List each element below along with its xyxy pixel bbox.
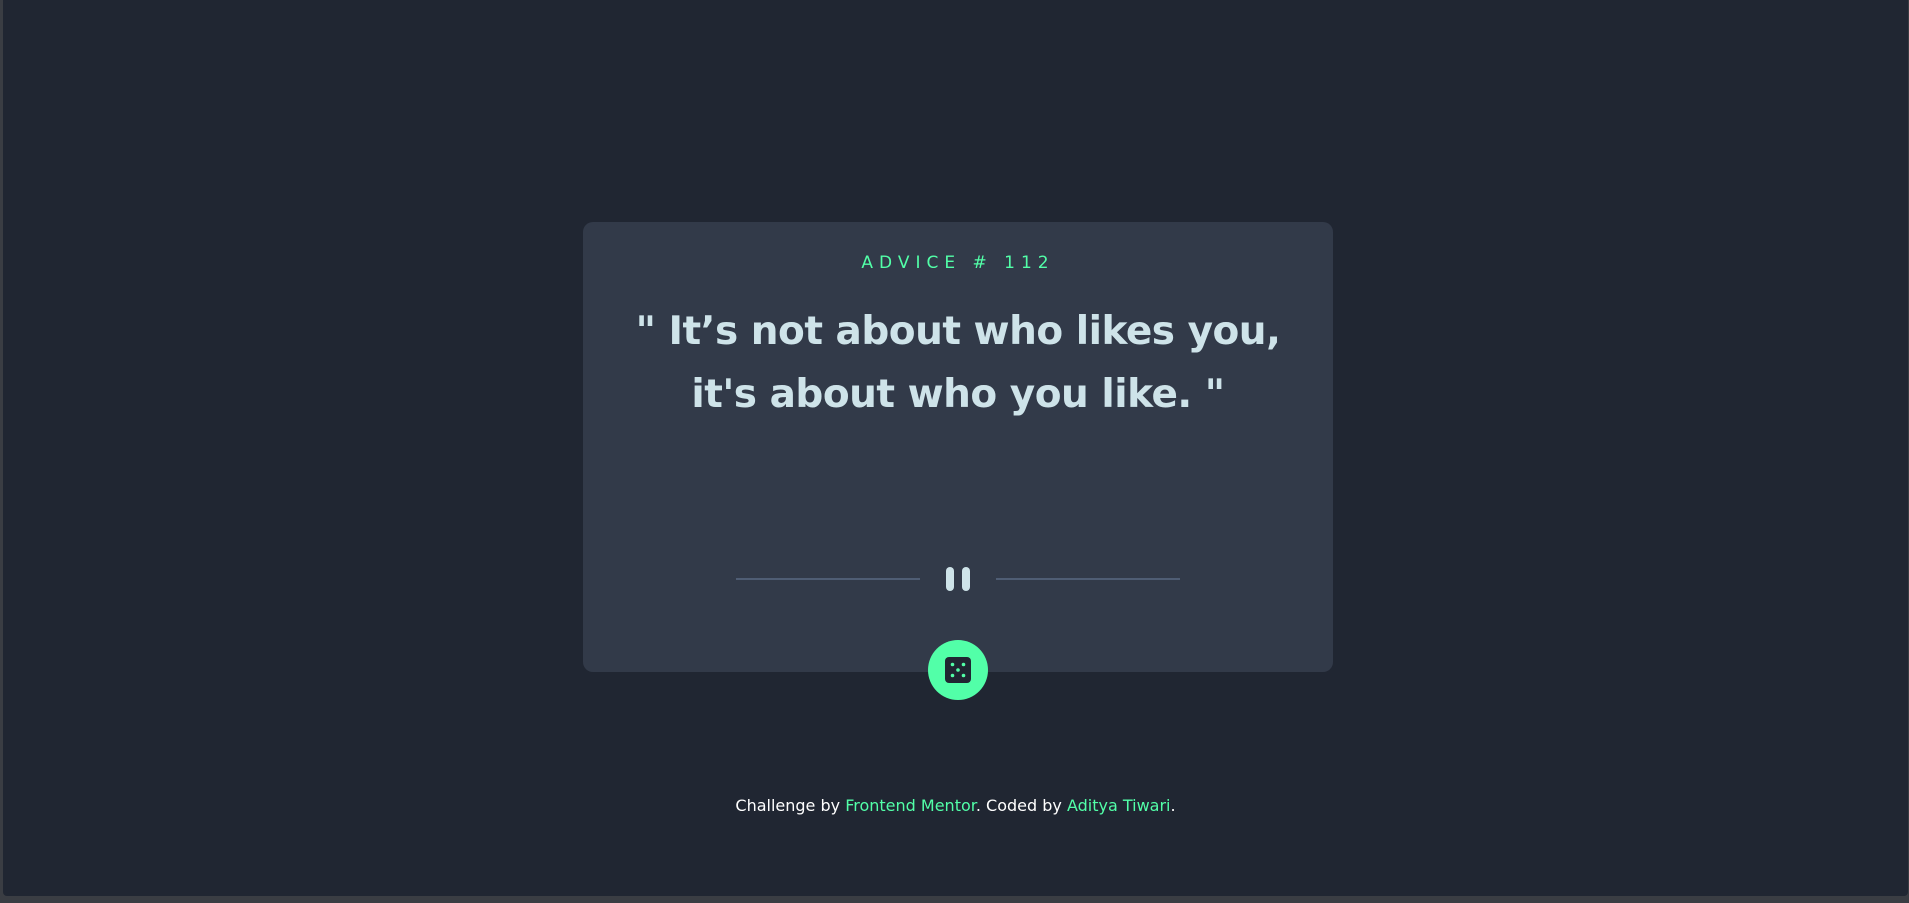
attribution-middle: . Coded by [975, 796, 1067, 815]
advice-number: ADVICE # 112 [861, 253, 1055, 273]
new-advice-button[interactable] [928, 640, 988, 700]
attribution-prefix: Challenge by [735, 796, 846, 815]
advice-card: ADVICE # 112 " It’s not about who likes … [583, 222, 1333, 700]
advice-quote: " It’s not about who likes you, it's abo… [635, 309, 1281, 417]
frontend-mentor-link[interactable]: Frontend Mentor [845, 796, 976, 815]
divider-line-right [996, 578, 1180, 580]
attribution-suffix: . [1170, 796, 1176, 815]
dice-icon [945, 657, 971, 683]
attribution: Challenge by Frontend Mentor. Coded by A… [3, 796, 1908, 815]
divider-line-left [736, 578, 920, 580]
page: ADVICE # 112 " It’s not about who likes … [3, 0, 1908, 896]
divider [736, 567, 1180, 591]
author-link[interactable]: Aditya Tiwari [1067, 796, 1171, 815]
pause-quote-divider-icon [943, 567, 973, 591]
